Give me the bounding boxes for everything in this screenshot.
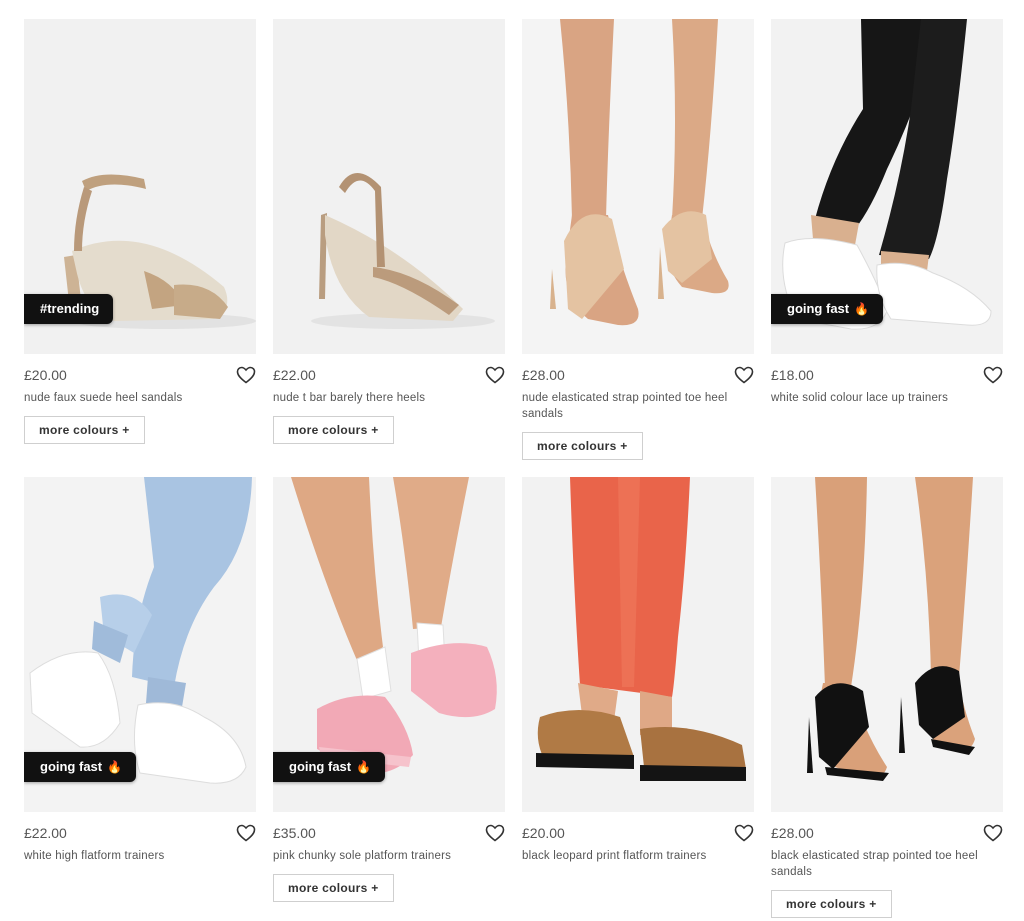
- flame-icon: 🔥: [356, 760, 372, 774]
- product-meta: £28.00 nude elasticated strap pointed to…: [522, 354, 754, 460]
- heart-outline-icon[interactable]: [485, 366, 505, 384]
- product-image[interactable]: [273, 19, 505, 354]
- product-price: £35.00: [273, 825, 316, 841]
- badge-label: going fast: [40, 759, 103, 774]
- product-name[interactable]: white solid colour lace up trainers: [771, 390, 993, 406]
- product-name[interactable]: pink chunky sole platform trainers: [273, 848, 495, 864]
- product-price: £22.00: [24, 825, 67, 841]
- product-card[interactable]: £28.00 black elasticated strap pointed t…: [771, 477, 1003, 918]
- product-name[interactable]: nude elasticated strap pointed toe heel …: [522, 390, 744, 422]
- more-colours-button[interactable]: more colours +: [24, 416, 145, 444]
- product-name[interactable]: black leopard print flatform trainers: [522, 848, 744, 864]
- product-name[interactable]: nude faux suede heel sandals: [24, 390, 246, 406]
- product-card[interactable]: going fast 🔥 £22.00 white high flatform t…: [24, 477, 256, 917]
- product-image[interactable]: [771, 477, 1003, 812]
- heart-outline-icon[interactable]: [734, 824, 754, 842]
- badge-label: #trending: [40, 301, 100, 316]
- product-meta: £22.00 nude t bar barely there heels mor…: [273, 354, 505, 444]
- product-price: £20.00: [24, 367, 67, 383]
- product-image[interactable]: going fast 🔥: [24, 477, 256, 812]
- product-meta: £28.00 black elasticated strap pointed t…: [771, 812, 1003, 918]
- badge-label: going fast: [289, 759, 352, 774]
- heart-outline-icon[interactable]: [983, 366, 1003, 384]
- more-colours-button[interactable]: more colours +: [771, 890, 892, 918]
- product-image[interactable]: #trending: [24, 19, 256, 354]
- product-card[interactable]: going fast 🔥 £18.00 white solid colour la…: [771, 19, 1003, 477]
- product-grid: #trending £20.00 nude faux suede heel sa…: [24, 19, 1003, 918]
- flame-icon: 🔥: [854, 302, 870, 316]
- badge-label: going fast: [787, 301, 850, 316]
- more-colours-button[interactable]: more colours +: [273, 416, 394, 444]
- product-image[interactable]: [522, 477, 754, 812]
- more-colours-button[interactable]: more colours +: [273, 874, 394, 902]
- product-meta: £20.00 nude faux suede heel sandals more…: [24, 354, 256, 444]
- product-meta: £18.00 white solid colour lace up traine…: [771, 354, 1003, 406]
- flame-icon: 🔥: [107, 760, 123, 774]
- product-price: £28.00: [522, 367, 565, 383]
- product-badge: going fast 🔥: [771, 294, 884, 324]
- product-card[interactable]: £28.00 nude elasticated strap pointed to…: [522, 19, 754, 477]
- product-image[interactable]: going fast 🔥: [771, 19, 1003, 354]
- product-price: £20.00: [522, 825, 565, 841]
- heart-outline-icon[interactable]: [983, 824, 1003, 842]
- product-card[interactable]: going fast 🔥 £35.00 pink chunky sole plat…: [273, 477, 505, 917]
- heart-outline-icon[interactable]: [236, 366, 256, 384]
- product-badge: going fast 🔥: [24, 752, 137, 782]
- product-meta: £22.00 white high flatform trainers: [24, 812, 256, 864]
- product-badge: going fast 🔥: [273, 752, 386, 782]
- product-card[interactable]: #trending £20.00 nude faux suede heel sa…: [24, 19, 256, 477]
- more-colours-button[interactable]: more colours +: [522, 432, 643, 460]
- product-price: £18.00: [771, 367, 814, 383]
- product-meta: £35.00 pink chunky sole platform trainer…: [273, 812, 505, 902]
- product-price: £22.00: [273, 367, 316, 383]
- product-name[interactable]: nude t bar barely there heels: [273, 390, 495, 406]
- product-card[interactable]: £22.00 nude t bar barely there heels mor…: [273, 19, 505, 477]
- product-name[interactable]: black elasticated strap pointed toe heel…: [771, 848, 993, 880]
- heart-outline-icon[interactable]: [236, 824, 256, 842]
- product-name[interactable]: white high flatform trainers: [24, 848, 246, 864]
- product-image[interactable]: going fast 🔥: [273, 477, 505, 812]
- heart-outline-icon[interactable]: [734, 366, 754, 384]
- product-card[interactable]: £20.00 black leopard print flatform trai…: [522, 477, 754, 917]
- product-image[interactable]: [522, 19, 754, 354]
- product-badge: #trending: [24, 294, 114, 324]
- heart-outline-icon[interactable]: [485, 824, 505, 842]
- product-price: £28.00: [771, 825, 814, 841]
- product-meta: £20.00 black leopard print flatform trai…: [522, 812, 754, 864]
